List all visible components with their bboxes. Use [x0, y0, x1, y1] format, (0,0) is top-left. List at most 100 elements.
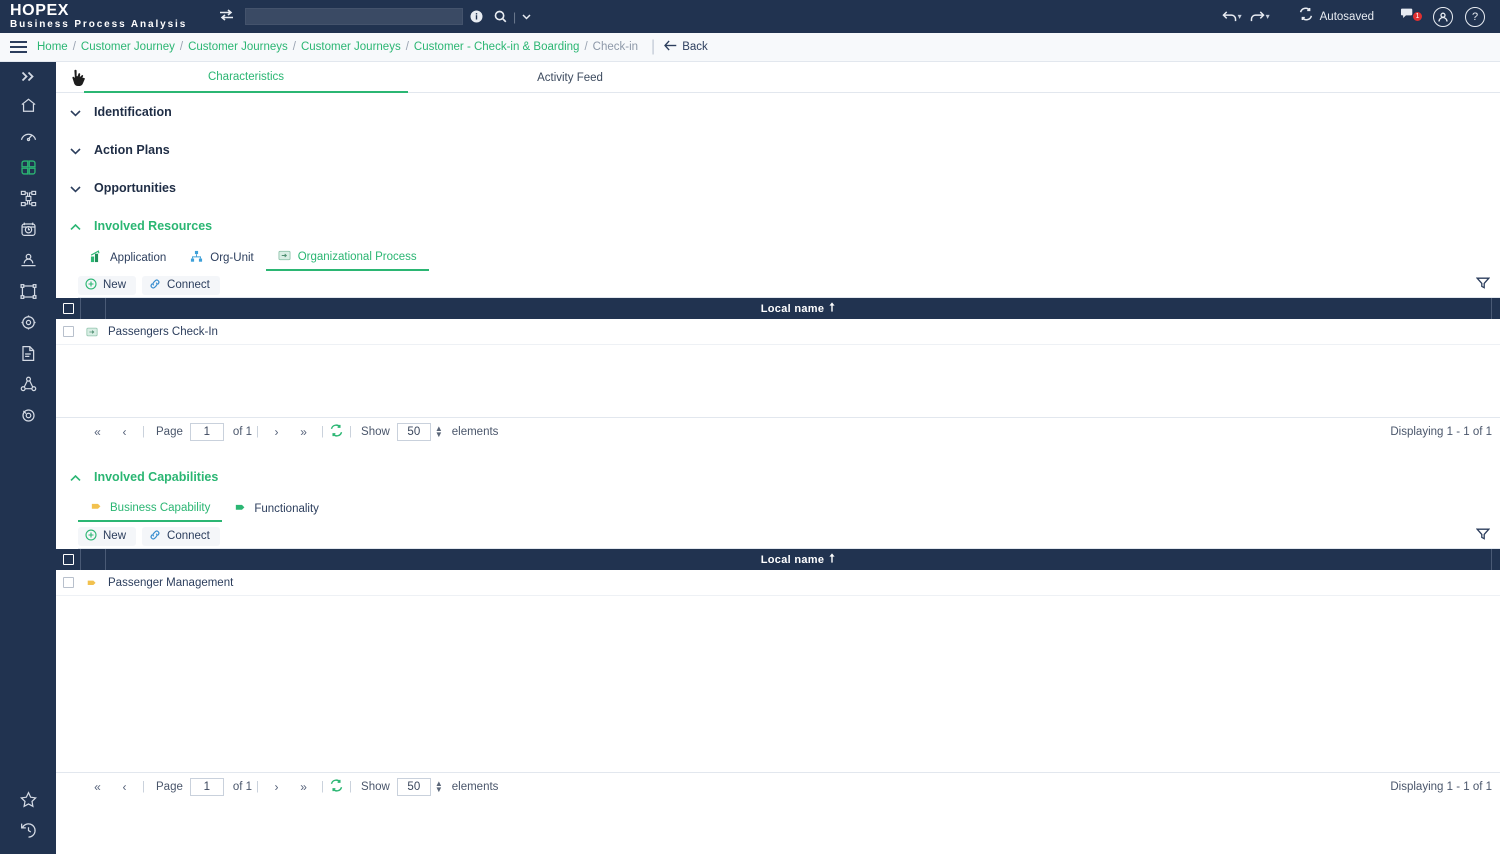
next-page-button[interactable]: ›	[263, 425, 290, 439]
sidebar-item-network[interactable]	[0, 369, 56, 400]
entity-tab-application[interactable]: Application	[78, 245, 178, 271]
chevron-down-icon	[70, 105, 94, 120]
breadcrumb-item-0[interactable]: Home	[37, 41, 68, 53]
tab-activity-feed[interactable]: Activity Feed	[408, 62, 732, 93]
redo-button[interactable]: ▾	[1247, 10, 1273, 23]
connect-button-resources[interactable]: Connect	[142, 275, 220, 295]
chevron-down-icon[interactable]	[518, 0, 534, 33]
entity-tab-business-capability-label: Business Capability	[110, 502, 211, 514]
section-involved-resources[interactable]: Involved Resources	[56, 207, 1500, 245]
tab-characteristics[interactable]: Characteristics	[84, 62, 408, 93]
sidebar-item-favorites[interactable]	[0, 784, 56, 815]
breadcrumb-separator: /	[584, 41, 588, 53]
section-identification-title: Identification	[94, 105, 172, 119]
back-button[interactable]: Back	[664, 40, 708, 54]
page-size-input[interactable]	[396, 778, 431, 796]
last-page-button[interactable]: »	[290, 780, 317, 794]
section-involved-capabilities[interactable]: Involved Capabilities	[56, 458, 1500, 496]
breadcrumb-item-2[interactable]: Customer Journeys	[188, 41, 288, 53]
info-icon[interactable]	[463, 0, 489, 33]
section-involved-capabilities-title: Involved Capabilities	[94, 470, 219, 484]
top-bar-actions: ▾ ▾ Autosaved 1 ?	[1219, 0, 1500, 33]
filter-icon[interactable]	[1475, 276, 1491, 295]
help-icon[interactable]: ?	[1465, 6, 1485, 27]
filter-icon[interactable]	[1475, 527, 1491, 546]
sidebar-item-documents[interactable]	[0, 338, 56, 369]
pager-divider: |	[256, 781, 260, 793]
entity-tab-functionality[interactable]: Functionality	[222, 496, 331, 522]
select-all-checkbox-resources[interactable]	[56, 303, 80, 314]
breadcrumb-item-1[interactable]: Customer Journey	[81, 41, 175, 53]
select-all-checkbox-capabilities[interactable]	[56, 554, 80, 565]
row-checkbox[interactable]	[56, 577, 80, 588]
connect-button-resources-label: Connect	[167, 279, 210, 291]
sidebar-item-organization[interactable]	[0, 245, 56, 276]
page-size-stepper[interactable]: ▲ ▼	[435, 425, 443, 439]
page-number-input[interactable]	[189, 423, 224, 441]
sidebar-item-history[interactable]	[0, 815, 56, 846]
page-total-label: of 1	[232, 426, 253, 438]
functionality-icon	[234, 501, 247, 517]
table-row[interactable]: Passengers Check-In	[56, 319, 1500, 345]
sidebar-item-diagrams[interactable]	[0, 276, 56, 307]
last-page-button[interactable]: »	[290, 425, 317, 439]
column-header-local-name-capabilities[interactable]: Local name	[106, 553, 1491, 566]
left-nav-rail	[0, 62, 56, 854]
hamburger-menu-icon[interactable]	[0, 41, 37, 53]
search-icon[interactable]	[489, 0, 511, 33]
breadcrumb-separator: /	[405, 41, 409, 53]
sort-ascending-icon	[828, 302, 836, 315]
prev-page-button[interactable]: ‹	[111, 425, 138, 439]
user-account-icon[interactable]	[1433, 6, 1453, 27]
displaying-count-capabilities: Displaying 1 - 1 of 1	[1390, 781, 1492, 793]
undo-button[interactable]: ▾	[1219, 10, 1245, 23]
sidebar-item-home[interactable]	[0, 90, 56, 121]
prev-page-button[interactable]: ‹	[111, 780, 138, 794]
page-size-input[interactable]	[396, 423, 431, 441]
sidebar-item-processes[interactable]	[0, 183, 56, 214]
page-number-input[interactable]	[189, 778, 224, 796]
entity-tab-business-capability[interactable]: Business Capability	[78, 496, 223, 522]
redo-dropdown-icon[interactable]: ▾	[1266, 12, 1270, 21]
breadcrumb-item-3[interactable]: Customer Journeys	[301, 41, 401, 53]
row-checkbox[interactable]	[56, 326, 80, 337]
involved-resources-grid: Local name Passengers Check-In	[56, 298, 1500, 417]
sidebar-item-dashboard[interactable]	[0, 121, 56, 152]
undo-dropdown-icon[interactable]: ▾	[1238, 12, 1242, 21]
breadcrumb-item-4[interactable]: Customer - Check-in & Boarding	[414, 41, 580, 53]
sidebar-expand-button[interactable]	[0, 62, 56, 90]
notification-icon[interactable]: 1	[1392, 7, 1426, 26]
global-search-input[interactable]	[246, 11, 462, 27]
section-opportunities-title: Opportunities	[94, 181, 176, 195]
sidebar-item-capabilities[interactable]	[0, 152, 56, 183]
column-header-local-name-resources[interactable]: Local name	[106, 302, 1491, 315]
section-opportunities[interactable]: Opportunities	[56, 169, 1500, 207]
table-row[interactable]: Passenger Management	[56, 570, 1500, 596]
next-page-button[interactable]: ›	[263, 780, 290, 794]
page-label: Page	[156, 781, 183, 793]
pager-divider: |	[142, 426, 145, 438]
global-search-box[interactable]	[245, 8, 463, 27]
detail-tabstrip: Characteristics Activity Feed	[56, 62, 1500, 93]
refresh-icon[interactable]	[330, 424, 343, 440]
connect-button-capabilities[interactable]: Connect	[142, 526, 220, 546]
first-page-button[interactable]: «	[84, 425, 111, 439]
new-button-resources[interactable]: New	[78, 275, 137, 295]
sidebar-item-analysis[interactable]	[0, 400, 56, 431]
entity-tab-organizational-process[interactable]: Organizational Process	[265, 245, 429, 271]
sidebar-item-settings[interactable]	[0, 307, 56, 338]
page-size-stepper[interactable]: ▲ ▼	[435, 780, 443, 794]
new-button-capabilities[interactable]: New	[78, 526, 137, 546]
network-nodes-icon	[19, 375, 38, 394]
section-action-plans[interactable]: Action Plans	[56, 131, 1500, 169]
sidebar-item-objectives[interactable]	[0, 214, 56, 245]
swap-icon[interactable]	[215, 9, 237, 24]
org-process-icon	[80, 326, 104, 338]
first-page-button[interactable]: «	[84, 780, 111, 794]
entity-tab-org-unit[interactable]: Org-Unit	[178, 245, 265, 271]
org-unit-icon	[190, 250, 203, 266]
involved-resources-toolbar: New Connect	[78, 273, 1500, 298]
section-identification[interactable]: Identification	[56, 93, 1500, 131]
refresh-icon[interactable]	[330, 779, 343, 795]
autosaved-label: Autosaved	[1319, 10, 1374, 23]
